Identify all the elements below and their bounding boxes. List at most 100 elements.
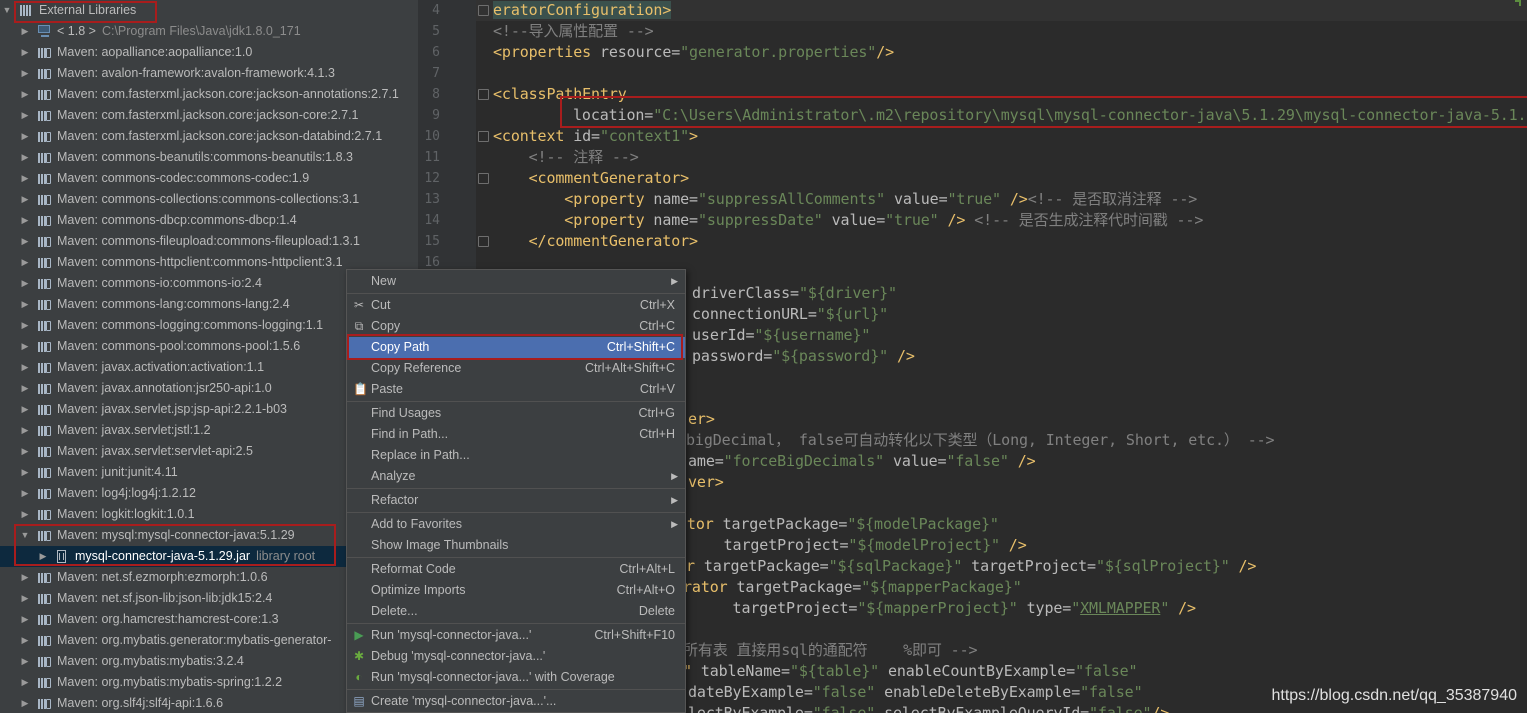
tree-row-library[interactable]: ▶ Maven: com.fasterxml.jackson.core:jacks… <box>0 84 418 105</box>
code-line-partial: ver> <box>688 472 724 493</box>
expand-arrow-icon[interactable]: ▶ <box>20 357 30 378</box>
expand-arrow-icon[interactable]: ▶ <box>20 147 30 168</box>
expand-arrow-icon[interactable]: ▶ <box>20 189 30 210</box>
expand-arrow-icon[interactable]: ▶ <box>20 126 30 147</box>
expand-arrow-icon[interactable]: ▶ <box>20 63 30 84</box>
menu-item-copy-reference[interactable]: Copy Reference Ctrl+Alt+Shift+C <box>347 358 685 379</box>
menu-item-delete[interactable]: Delete... Delete <box>347 601 685 622</box>
tree-row-external-libraries[interactable]: ▼ External Libraries <box>0 0 418 21</box>
tree-row-library[interactable]: ▶ Maven: com.fasterxml.jackson.core:jacks… <box>0 105 418 126</box>
menu-item-cut[interactable]: ✂ Cut Ctrl+X <box>347 295 685 316</box>
menu-item-add-to-favorites[interactable]: Add to Favorites ▶ <box>347 514 685 535</box>
expand-arrow-icon[interactable]: ▶ <box>20 483 30 504</box>
code-token: /> <box>1169 599 1196 617</box>
code-token: "false" <box>812 704 876 713</box>
menu-item-label: Find Usages <box>371 406 442 420</box>
code-token: location= <box>573 106 654 124</box>
expand-arrow-icon[interactable]: ▶ <box>20 336 30 357</box>
code-line: <property name="suppressAllComments" val… <box>493 189 1197 210</box>
code-token: selectByExampleQueryId= <box>875 704 1090 713</box>
tree-label-text: Maven: commons-fileupload:commons-fileup… <box>57 234 360 248</box>
code-line: <classPathEntry <box>493 84 627 105</box>
tree-row-library[interactable]: ▶ Maven: commons-fileupload:commons-fileu… <box>0 231 418 252</box>
code-token: /> <box>999 536 1027 554</box>
expand-arrow-icon[interactable]: ▶ <box>20 567 30 588</box>
expand-arrow-icon[interactable]: ▶ <box>20 462 30 483</box>
menu-item-replace-in-path[interactable]: Replace in Path... <box>347 445 685 466</box>
maven-library-icon <box>38 404 51 415</box>
tree-label-text: Maven: commons-codec:commons-codec:1.9 <box>57 171 310 185</box>
expand-arrow-icon[interactable]: ▶ <box>20 252 30 273</box>
menu-item-optimize-imports[interactable]: Optimize Imports Ctrl+Alt+O <box>347 580 685 601</box>
tree-label: Maven: commons-collections:commons-colle… <box>57 189 359 210</box>
expand-arrow-icon[interactable]: ▶ <box>20 630 30 651</box>
expand-arrow-icon[interactable]: ▶ <box>20 399 30 420</box>
expand-arrow-icon[interactable]: ▶ <box>20 693 30 713</box>
tree-label: Maven: commons-io:commons-io:2.4 <box>57 273 262 294</box>
menu-item-copy[interactable]: ⧉ Copy Ctrl+C <box>347 316 685 337</box>
code-token: enableCountByExample= <box>879 662 1076 680</box>
libraries-icon <box>20 5 33 16</box>
menu-item-paste[interactable]: 📋 Paste Ctrl+V <box>347 379 685 400</box>
code-token: r <box>686 557 704 575</box>
collapse-arrow-icon[interactable]: ▼ <box>20 525 30 546</box>
expand-arrow-icon[interactable]: ▶ <box>38 546 48 567</box>
expand-arrow-icon[interactable]: ▶ <box>20 504 30 525</box>
tree-row-library[interactable]: ▶ Maven: commons-dbcp:commons-dbcp:1.4 <box>0 210 418 231</box>
menu-item-create-mysql-connector-java[interactable]: ▤ Create 'mysql-connector-java...'... <box>347 691 685 712</box>
expand-arrow-icon[interactable]: ▶ <box>20 315 30 336</box>
expand-arrow-icon[interactable]: ▶ <box>20 294 30 315</box>
expand-arrow-icon[interactable]: ▶ <box>20 210 30 231</box>
tree-row-library[interactable]: ▶ Maven: commons-collections:commons-coll… <box>0 189 418 210</box>
code-token: name= <box>653 211 698 229</box>
expand-arrow-icon[interactable]: ▶ <box>20 672 30 693</box>
expand-arrow-icon[interactable]: ▶ <box>20 21 30 42</box>
expand-arrow-icon[interactable]: ▶ <box>20 273 30 294</box>
menu-item-find-in-path[interactable]: Find in Path... Ctrl+H <box>347 424 685 445</box>
menu-item-analyze[interactable]: Analyze ▶ <box>347 466 685 487</box>
menu-item-find-usages[interactable]: Find Usages Ctrl+G <box>347 403 685 424</box>
menu-item-run-mysql-connector-java[interactable]: ▶ Run 'mysql-connector-java...' Ctrl+Shift… <box>347 625 685 646</box>
fold-marker-icon[interactable] <box>478 236 489 247</box>
menu-item-show-image-thumbnails[interactable]: Show Image Thumbnails <box>347 535 685 556</box>
tree-label: Maven: javax.servlet:jstl:1.2 <box>57 420 211 441</box>
tree-row-library[interactable]: ▶ Maven: avalon-framework:avalon-framewor… <box>0 63 418 84</box>
expand-arrow-icon[interactable]: ▶ <box>20 441 30 462</box>
expand-arrow-icon[interactable]: ▶ <box>20 378 30 399</box>
code-token: "${mapperProject}" <box>857 599 1018 617</box>
line-number: 8 <box>432 87 440 102</box>
expand-arrow-icon[interactable]: ▶ <box>20 42 30 63</box>
expand-arrow-icon[interactable]: ▶ <box>20 651 30 672</box>
fold-marker-icon[interactable] <box>478 131 489 142</box>
menu-item-run-mysql-connector-java-with-coverage[interactable]: ◐ Run 'mysql-connector-java...' with Cove… <box>347 667 685 688</box>
menu-item-debug-mysql-connector-java[interactable]: ✱ Debug 'mysql-connector-java...' <box>347 646 685 667</box>
tree-row-library[interactable]: ▶ Maven: commons-beanutils:commons-beanut… <box>0 147 418 168</box>
fold-marker-icon[interactable] <box>478 89 489 100</box>
fold-marker-icon[interactable] <box>478 5 489 16</box>
tree-row-library[interactable]: ▶ Maven: aopalliance:aopalliance:1.0 <box>0 42 418 63</box>
expand-arrow-icon[interactable]: ▶ <box>20 231 30 252</box>
expand-arrow-icon[interactable]: ▶ <box>20 609 30 630</box>
menu-item-shortcut: Ctrl+Alt+O <box>616 583 675 597</box>
menu-item-refactor[interactable]: Refactor ▶ <box>347 490 685 511</box>
tree-label: Maven: javax.servlet.jsp:jsp-api:2.2.1-b… <box>57 399 287 420</box>
menu-item-copy-path[interactable]: Copy Path Ctrl+Shift+C <box>347 337 685 358</box>
menu-item-label: Copy <box>371 319 401 333</box>
jar-icon <box>56 550 68 563</box>
expand-arrow-icon[interactable]: ▶ <box>20 168 30 189</box>
menu-item-new[interactable]: New ▶ <box>347 271 685 292</box>
code-token: /> <box>888 347 915 365</box>
expand-arrow-icon[interactable]: ▶ <box>20 105 30 126</box>
menu-item-reformat-code[interactable]: Reformat Code Ctrl+Alt+L <box>347 559 685 580</box>
tree-row-library[interactable]: ▶ Maven: commons-codec:commons-codec:1.9 <box>0 168 418 189</box>
expand-arrow-icon[interactable]: ▶ <box>20 84 30 105</box>
line-number: 4 <box>432 3 440 18</box>
jdk-icon <box>38 25 52 37</box>
expand-arrow-icon[interactable]: ▶ <box>20 588 30 609</box>
expand-arrow-icon[interactable]: ▼ <box>2 0 12 21</box>
tree-row-library[interactable]: ▶ Maven: com.fasterxml.jackson.core:jacks… <box>0 126 418 147</box>
fold-marker-icon[interactable] <box>478 173 489 184</box>
menu-item-shortcut: Ctrl+Shift+C <box>606 340 675 354</box>
expand-arrow-icon[interactable]: ▶ <box>20 420 30 441</box>
tree-row-library[interactable]: ▶ < 1.8 > C:\Program Files\Java\jdk1.8.0_1… <box>0 21 418 42</box>
